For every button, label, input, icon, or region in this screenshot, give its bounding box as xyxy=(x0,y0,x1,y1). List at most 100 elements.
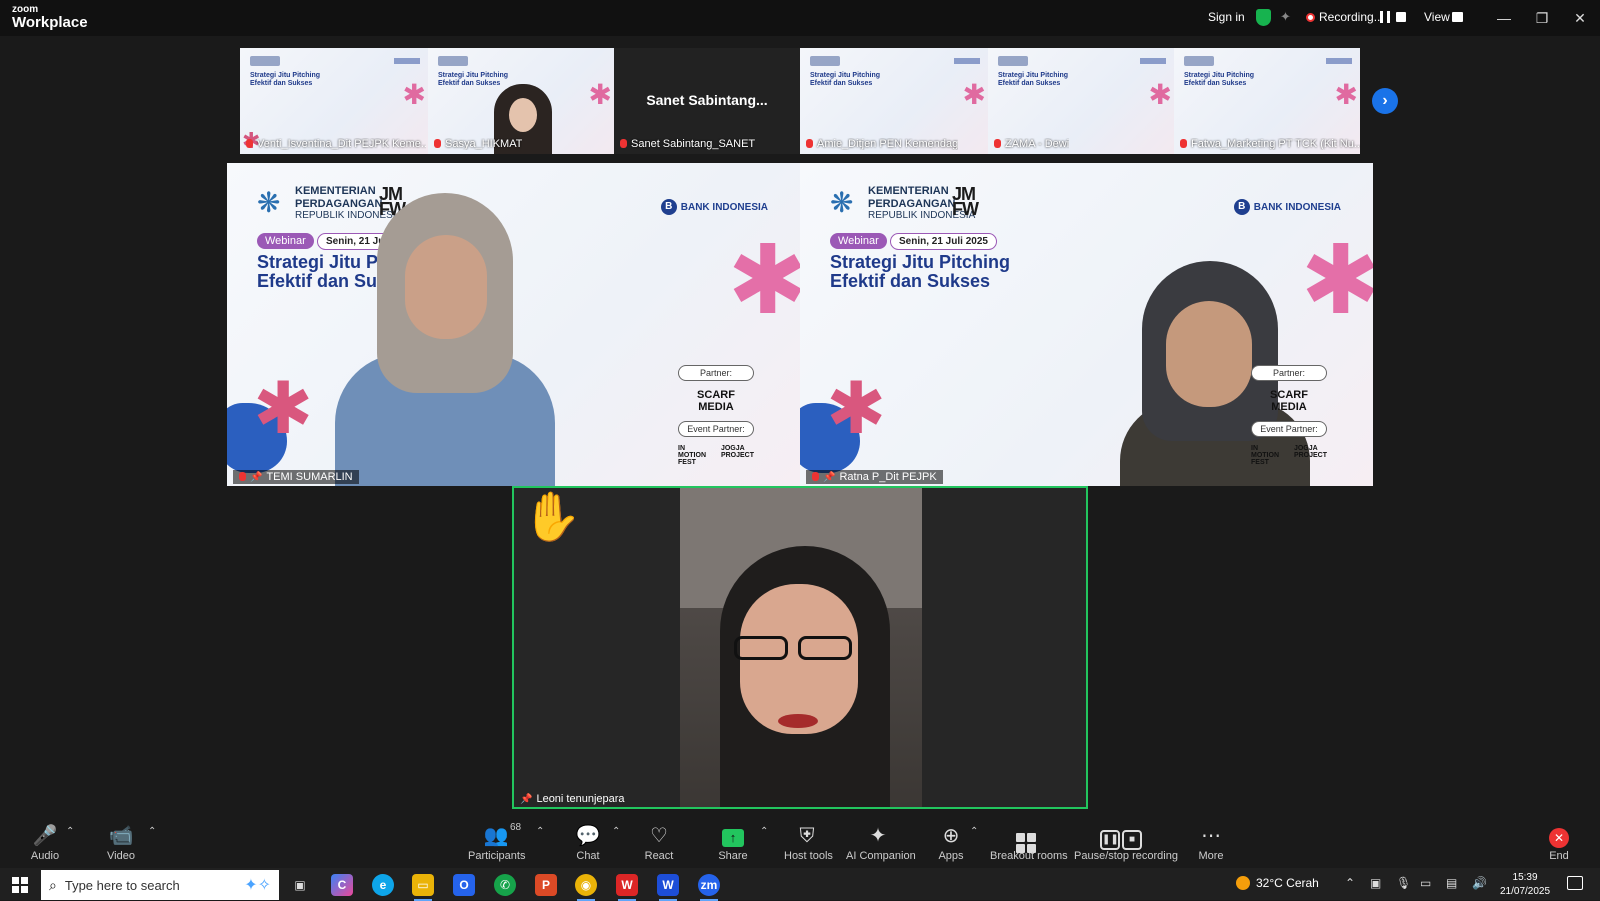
pause-recording-icon[interactable] xyxy=(1380,11,1390,23)
chrome-icon[interactable]: ◉ xyxy=(575,874,597,901)
active-speaker-tile[interactable]: ✋ 📌 Leoni tenunjepara xyxy=(512,486,1088,809)
more-button[interactable]: ⋯ More xyxy=(1196,824,1226,862)
chat-options-chevron-icon[interactable]: ⌃ xyxy=(612,826,620,837)
participants-options-chevron-icon[interactable]: ⌃ xyxy=(536,826,544,837)
muted-mic-icon xyxy=(246,139,253,148)
mic-muted-icon: 🎤 xyxy=(32,825,58,847)
title-bar: zoom Workplace Sign in ✦ Recording... Vi… xyxy=(0,0,1600,36)
pin-icon: 📌 xyxy=(250,472,263,483)
mini-slide-title: Strategi Jitu Pitching Efektif dan Sukses xyxy=(810,72,881,87)
video-button[interactable]: 📹 Video xyxy=(104,824,138,862)
decor-asterisk-icon: ✱ xyxy=(402,79,426,110)
ministry-emblem-icon: ❋ xyxy=(830,187,854,219)
muted-mic-icon xyxy=(239,472,246,481)
participant-name: 📌 Ratna P_Dit PEJPK xyxy=(806,470,943,484)
copilot-sparkle-icon: ✦✧ xyxy=(244,877,271,894)
wps-office-icon[interactable]: W xyxy=(616,874,638,901)
mini-ministry-logo xyxy=(1184,56,1214,66)
minimize-icon[interactable]: — xyxy=(1492,6,1516,30)
mini-ministry-logo xyxy=(810,56,840,66)
date-chip: Senin, 21 Juli 2025 xyxy=(890,233,997,250)
meeting-toolbar: 🎤 Audio ⌃ 📹 Video ⌃ 👥 Participants 68 ⌃ 💬 Ch… xyxy=(0,818,1600,868)
windows-start-icon[interactable] xyxy=(12,877,28,893)
next-page-arrow-icon[interactable]: › xyxy=(1372,88,1398,114)
breakout-rooms-button[interactable]: Breakout rooms xyxy=(990,824,1068,862)
taskbar-search-box[interactable]: ⌕ Type here to search ✦✧ xyxy=(41,870,279,900)
participant-thumbnail[interactable]: Strategi Jitu Pitching Efektif dan Sukses… xyxy=(1174,48,1360,154)
pause-stop-recording-button[interactable]: ❚❚ ■ Pause/stop recording xyxy=(1074,824,1178,862)
decor-asterisk-icon: ✱ xyxy=(727,227,800,334)
partner-block: Partner: SCARF MEDIA Event Partner: IN MO… xyxy=(678,365,754,466)
restore-icon[interactable]: ❐ xyxy=(1530,6,1554,30)
weather-sun-icon xyxy=(1236,876,1250,890)
shield-icon: ⛨ xyxy=(799,825,815,847)
webinar-chip: Webinar xyxy=(830,233,887,249)
word-icon[interactable]: W xyxy=(657,874,679,901)
muted-mic-icon xyxy=(812,472,819,481)
ai-sparkle-icon[interactable]: ✦ xyxy=(1280,9,1291,25)
partner-block: Partner: SCARF MEDIA Event Partner: IN MO… xyxy=(1251,365,1327,466)
security-shield-icon[interactable] xyxy=(1256,9,1271,26)
end-meeting-button[interactable]: ✕ End xyxy=(1546,824,1572,862)
main-video-tile[interactable]: ❋ KEMENTERIAN PERDAGANGAN REPUBLIK INDONES… xyxy=(227,163,800,486)
edge-browser-icon[interactable]: e xyxy=(372,874,394,896)
participant-thumbnail[interactable]: Sanet Sabintang... Sanet Sabintang_SANET xyxy=(614,48,800,154)
participant-thumbnail[interactable]: Strategi Jitu Pitching Efektif dan Sukses… xyxy=(800,48,988,154)
apps-button[interactable]: ⊕ Apps xyxy=(938,824,964,862)
whatsapp-icon[interactable]: ✆ xyxy=(494,874,516,896)
decor-asterisk-icon: ✱ xyxy=(1334,79,1358,110)
participant-name: Amie_Ditjen PEN Kemendag xyxy=(806,138,958,150)
task-view-icon[interactable]: ▣ xyxy=(289,874,311,896)
tray-volume-icon[interactable]: 🔊 xyxy=(1472,876,1487,890)
apps-options-chevron-icon[interactable]: ⌃ xyxy=(970,826,978,837)
video-options-chevron-icon[interactable]: ⌃ xyxy=(148,826,156,837)
participant-thumbnail[interactable]: Strategi Jitu Pitching Efektif dan Sukses… xyxy=(240,48,428,154)
copilot-app-icon[interactable]: C xyxy=(331,874,353,896)
tray-network-icon[interactable]: ▤ xyxy=(1446,876,1457,890)
mini-bank-logo xyxy=(1326,58,1352,64)
mini-bank-logo xyxy=(394,58,420,64)
mini-slide-title: Strategi Jitu Pitching Efektif dan Sukses xyxy=(438,72,509,87)
participant-thumbnail[interactable]: Strategi Jitu Pitching Efektif dan Sukses… xyxy=(988,48,1174,154)
ministry-emblem-icon: ❋ xyxy=(257,187,281,219)
participants-count: 68 xyxy=(510,822,522,833)
apps-icon: ⊕ xyxy=(942,825,960,847)
participant-thumbnail[interactable]: Strategi Jitu Pitching Efektif dan Sukses… xyxy=(428,48,614,154)
mini-bank-logo xyxy=(954,58,980,64)
decor-asterisk-icon: ✱ xyxy=(1300,227,1373,334)
mini-ministry-logo xyxy=(438,56,468,66)
tray-meet-icon[interactable]: ▣ xyxy=(1370,876,1381,890)
pin-icon: 📌 xyxy=(520,794,533,805)
bank-indonesia-logo: B BANK INDONESIA xyxy=(1233,199,1341,215)
weather-widget[interactable]: 32°C Cerah xyxy=(1236,876,1319,890)
powerpoint-icon[interactable]: P xyxy=(535,874,557,896)
end-x-icon: ✕ xyxy=(1549,828,1569,848)
pin-icon: 📌 xyxy=(823,472,836,483)
file-explorer-icon[interactable]: ▭ xyxy=(412,874,434,901)
tray-display-icon[interactable]: ▭ xyxy=(1420,876,1431,890)
sign-in-button[interactable]: Sign in xyxy=(1208,10,1245,24)
share-button[interactable]: ↑ Share xyxy=(718,824,748,862)
taskbar-clock[interactable]: 15:39 21/07/2025 xyxy=(1500,871,1550,899)
chat-button[interactable]: 💬 Chat xyxy=(574,824,602,862)
slide-headline: Strategi Jitu Pitching Efektif dan Sukses xyxy=(830,252,1011,291)
close-icon[interactable]: ✕ xyxy=(1568,6,1592,30)
stop-recording-icon[interactable] xyxy=(1396,12,1406,22)
view-button[interactable]: View xyxy=(1424,10,1450,24)
host-tools-button[interactable]: ⛨ Host tools xyxy=(784,824,833,862)
react-button[interactable]: ♡ React xyxy=(644,824,674,862)
audio-button[interactable]: 🎤 Audio xyxy=(28,824,62,862)
chat-bubble-icon: 💬 xyxy=(575,825,601,847)
view-grid-icon[interactable] xyxy=(1452,12,1463,22)
main-video-tile[interactable]: ❋ KEMENTERIAN PERDAGANGAN REPUBLIK INDONES… xyxy=(800,163,1373,486)
ai-companion-button[interactable]: ✦ AI Companion xyxy=(846,824,916,862)
notification-center-icon[interactable] xyxy=(1567,876,1583,890)
outlook-icon[interactable]: O xyxy=(453,874,475,896)
mini-slide-title: Strategi Jitu Pitching Efektif dan Sukses xyxy=(998,72,1069,87)
tray-chevron-up-icon[interactable]: ⌃ xyxy=(1345,876,1355,890)
zoom-app-icon[interactable]: zm xyxy=(698,874,720,901)
tray-mic-icon[interactable]: 🎙 xyxy=(1396,876,1411,890)
share-options-chevron-icon[interactable]: ⌃ xyxy=(760,826,768,837)
mini-bank-logo xyxy=(1140,58,1166,64)
audio-options-chevron-icon[interactable]: ⌃ xyxy=(66,826,74,837)
